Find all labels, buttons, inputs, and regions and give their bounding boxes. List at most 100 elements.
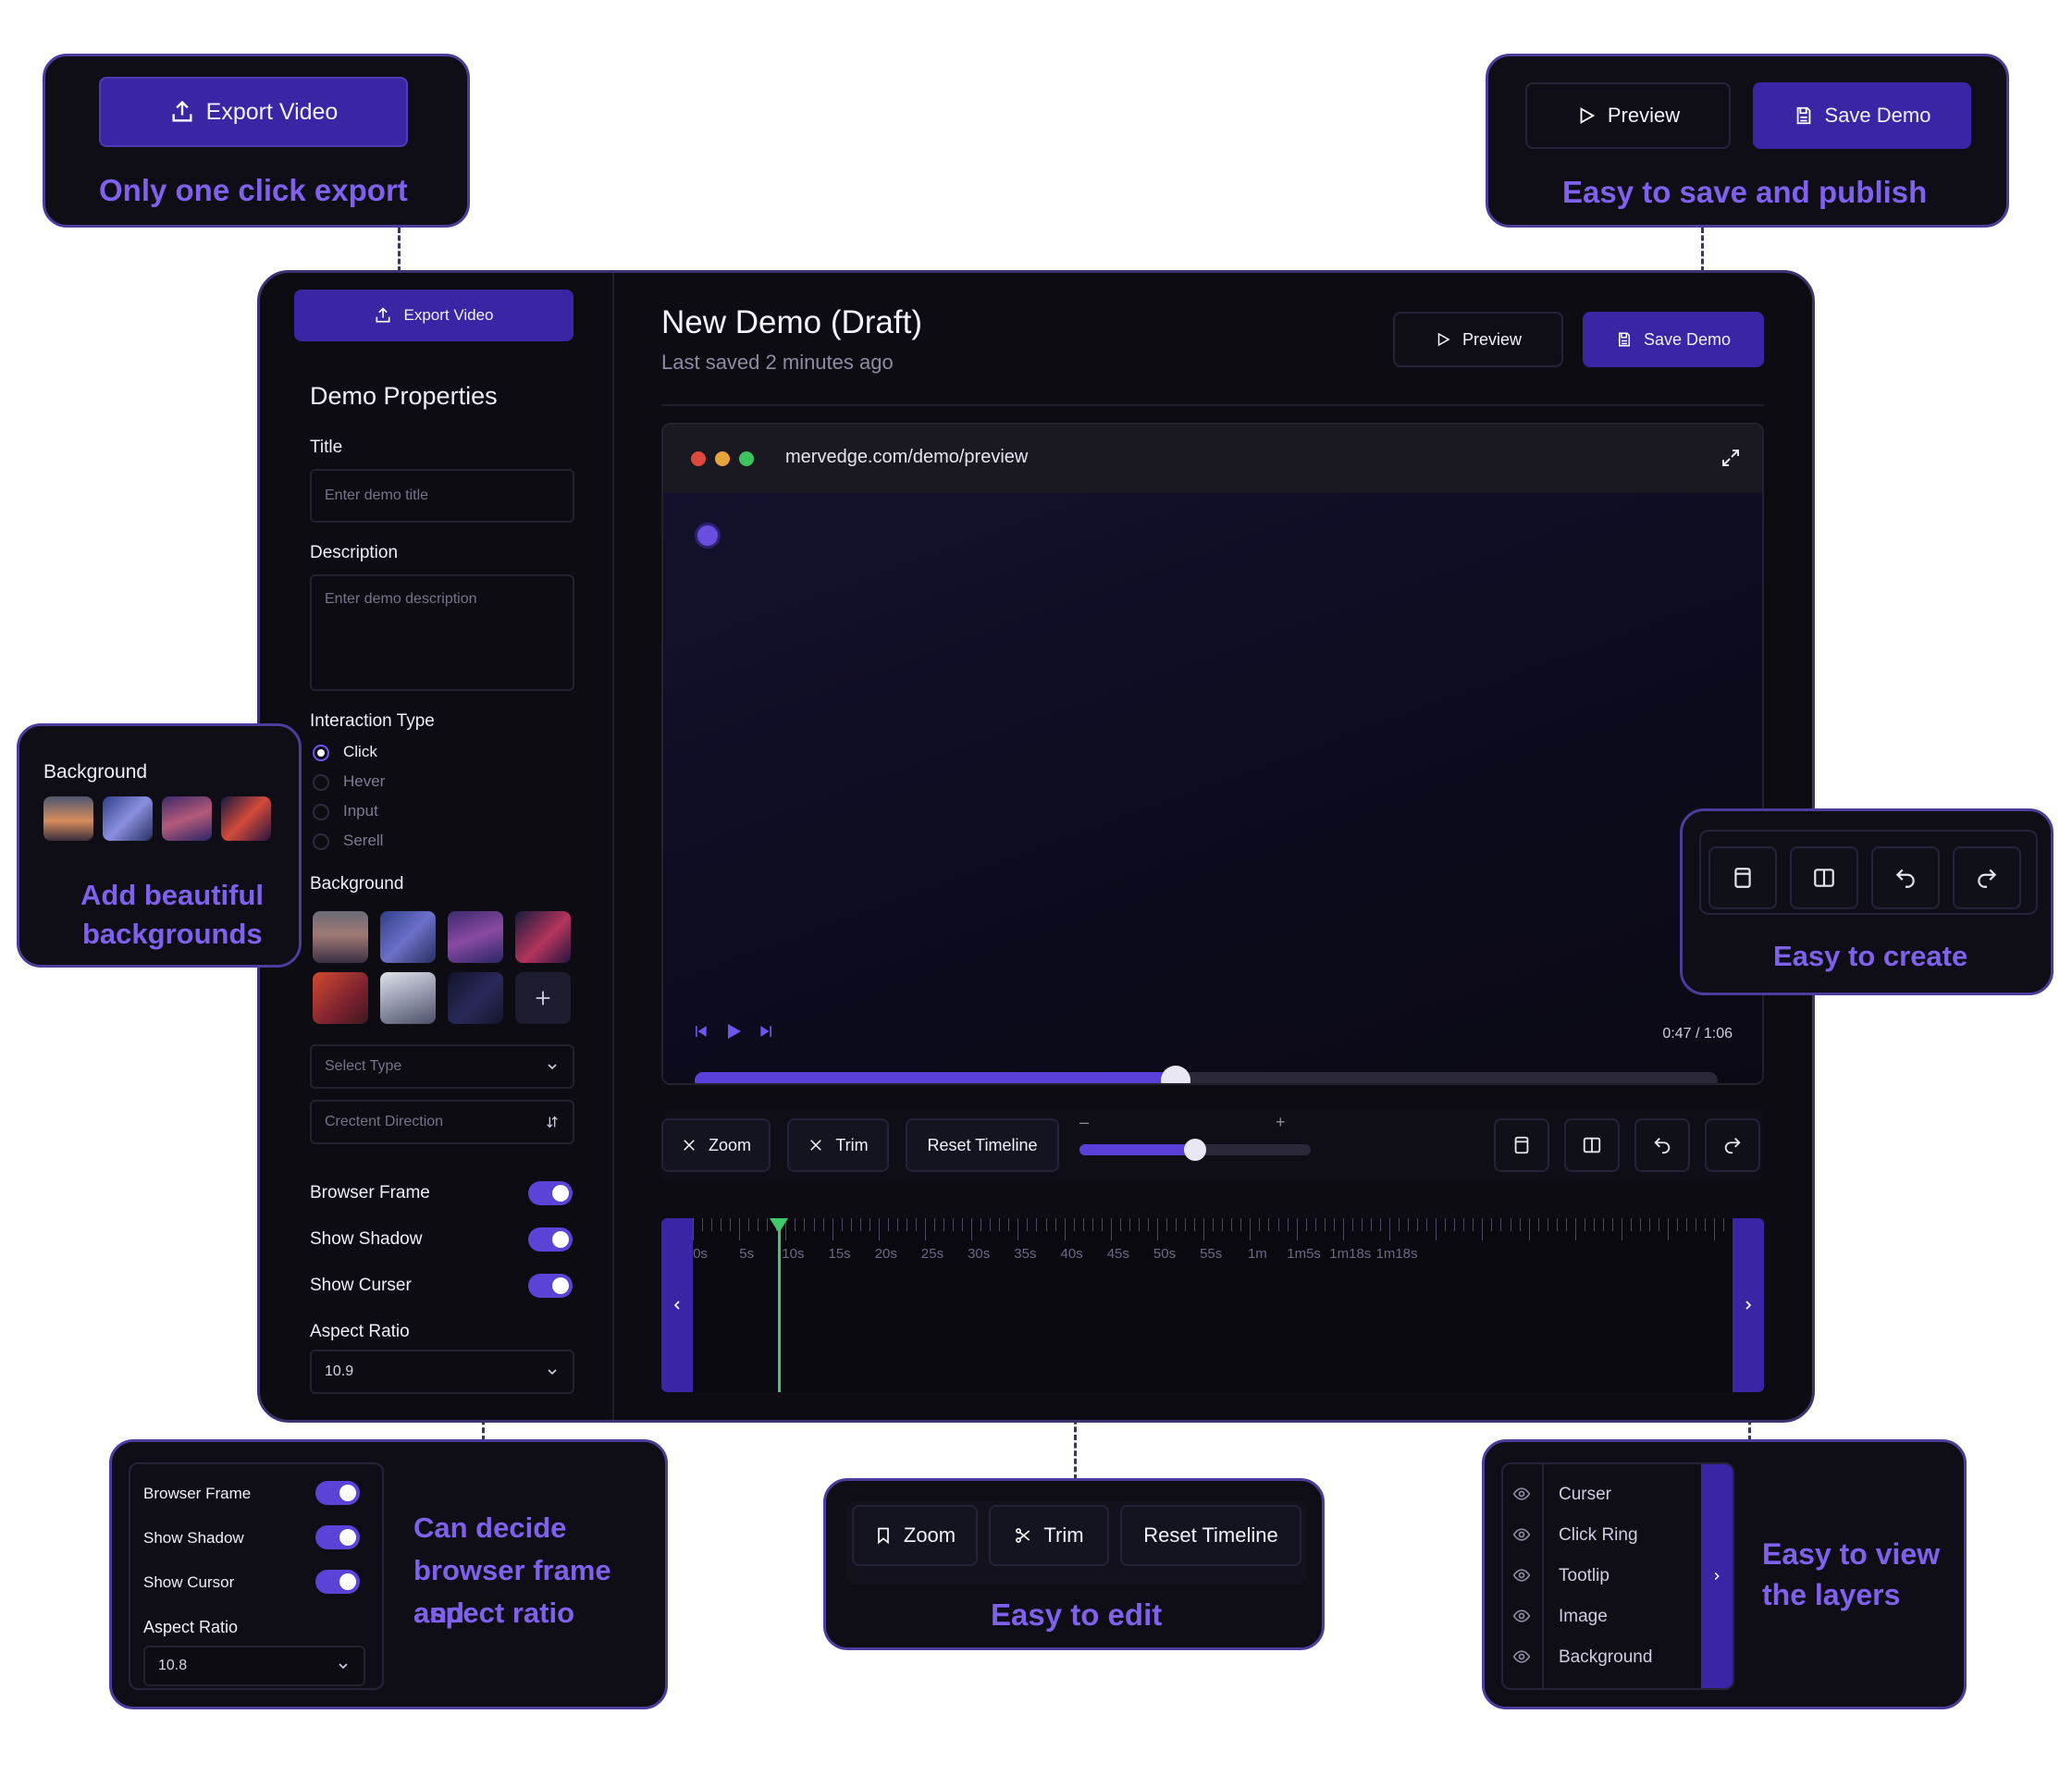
callout-layers: Easy to view the layers Curser Click Ring… [1482, 1439, 1967, 1709]
toggle-browser-frame[interactable] [528, 1181, 573, 1205]
callout-trim-label: Trim [1043, 1523, 1084, 1547]
toggle-show-cursor[interactable] [528, 1274, 573, 1298]
bg-thumb-2[interactable] [380, 911, 436, 963]
layer-item[interactable]: Click Ring [1559, 1525, 1638, 1546]
eye-icon[interactable] [1512, 1525, 1531, 1544]
bg-thumb-3[interactable] [448, 911, 503, 963]
callout-trim-button[interactable]: Trim [989, 1505, 1109, 1566]
toggle-show-shadow[interactable] [528, 1227, 573, 1252]
callout-toggle-show-cursor[interactable] [315, 1570, 360, 1594]
reset-timeline-button[interactable]: Reset Timeline [906, 1118, 1059, 1172]
eye-icon[interactable] [1512, 1647, 1531, 1666]
radio-scroll[interactable] [313, 833, 329, 850]
callout-bg-thumb-4[interactable] [221, 796, 271, 841]
layers-collapse-handle[interactable] [1701, 1464, 1733, 1688]
skip-forward-icon[interactable] [758, 1022, 776, 1041]
add-background-button[interactable] [515, 972, 571, 1024]
skip-back-icon[interactable] [691, 1022, 709, 1041]
play-button-icon[interactable] [722, 1020, 745, 1042]
callout-toggle-show-shadow[interactable] [315, 1525, 360, 1549]
bg-thumb-7[interactable] [448, 972, 503, 1024]
window-close-dot[interactable] [691, 451, 706, 466]
bg-thumb-4[interactable] [515, 911, 571, 963]
bg-thumb-5[interactable] [313, 972, 368, 1024]
timeline-tick [887, 1218, 889, 1231]
radio-input[interactable] [313, 804, 329, 820]
timeline-playhead[interactable] [770, 1218, 788, 1392]
title-input[interactable]: Enter demo title [310, 469, 574, 523]
aspect-ratio-dropdown[interactable]: 10.9 [310, 1350, 574, 1394]
bg-thumb-1[interactable] [313, 911, 368, 963]
layout-button[interactable] [1494, 1118, 1549, 1172]
eye-icon[interactable] [1512, 1566, 1531, 1585]
timeline-tick [1073, 1218, 1075, 1231]
expand-icon[interactable] [1720, 447, 1742, 469]
timeline-tick [1305, 1218, 1307, 1231]
callout-bg-thumb-2[interactable] [103, 796, 153, 841]
undo-button[interactable] [1634, 1118, 1690, 1172]
callout-layout-button[interactable] [1708, 846, 1777, 909]
timeline-ruler[interactable]: 0s 5s 10s 15s 20s 25s 30s 35s 40s 45s 50s 55s 1m 1m5s… [693, 1218, 1733, 1392]
gradient-direction-field[interactable]: Crectent Direction [310, 1100, 574, 1144]
callout-preview-button[interactable]: Preview [1525, 82, 1731, 149]
playhead-handle[interactable] [770, 1218, 788, 1233]
timeline-tick [1082, 1218, 1084, 1231]
layer-item[interactable]: Curser [1559, 1485, 1611, 1505]
zoom-slider-knob[interactable] [1184, 1139, 1206, 1161]
timeline-tick [1259, 1218, 1261, 1231]
redo-button[interactable] [1705, 1118, 1760, 1172]
callout-toggle-browser-frame[interactable] [315, 1481, 360, 1505]
preview-url: mervedge.com/demo/preview [785, 447, 1029, 467]
eye-icon[interactable] [1512, 1485, 1531, 1503]
timeline-tick [767, 1218, 769, 1231]
eye-icon[interactable] [1512, 1607, 1531, 1625]
callout-undo-button[interactable] [1871, 846, 1940, 909]
timeline-tick [1686, 1218, 1688, 1231]
timeline-tick [980, 1218, 982, 1231]
zoom-plus[interactable]: + [1276, 1113, 1286, 1132]
timeline-tick [1677, 1218, 1679, 1231]
trim-button[interactable]: Trim [787, 1118, 889, 1172]
timeline-tick [906, 1218, 907, 1231]
select-type-value: Select Type [325, 1058, 402, 1074]
bg-thumb-6[interactable] [380, 972, 436, 1024]
radio-hover[interactable] [313, 774, 329, 791]
timeline-tick [1593, 1218, 1595, 1231]
zoom-button[interactable]: Zoom [661, 1118, 771, 1172]
callout-bg-thumb-3[interactable] [162, 796, 212, 841]
window-minimize-dot[interactable] [715, 451, 730, 466]
callout-save-button[interactable]: Save Demo [1753, 82, 1971, 149]
save-demo-button[interactable]: Save Demo [1583, 312, 1764, 367]
select-type-dropdown[interactable]: Select Type [310, 1044, 574, 1089]
layer-item[interactable]: Tootlip [1559, 1566, 1610, 1586]
window-maximize-dot[interactable] [739, 451, 754, 466]
callout-zoom-button[interactable]: Zoom [852, 1505, 978, 1566]
radio-click[interactable] [313, 745, 329, 761]
layer-item[interactable]: Image [1559, 1607, 1608, 1627]
timeline-scroll-right[interactable] [1733, 1218, 1764, 1392]
callout-export-button[interactable]: Export Video [99, 77, 408, 147]
timeline-tick [1565, 1218, 1567, 1231]
callout-bg-thumb-1[interactable] [43, 796, 93, 841]
description-label: Description [310, 543, 399, 562]
timeline-tick [1351, 1218, 1353, 1231]
layer-item[interactable]: Background [1559, 1647, 1652, 1668]
undo-icon [1893, 866, 1918, 890]
description-textarea[interactable]: Enter demo description [310, 574, 574, 691]
callout-export-label: Export Video [205, 98, 339, 125]
callout-redo-button[interactable] [1953, 846, 2021, 909]
timeline-scroll-left[interactable] [661, 1218, 693, 1392]
callout-reset-timeline-button[interactable]: Reset Timeline [1120, 1505, 1301, 1566]
connector-export [398, 228, 401, 272]
seek-knob[interactable] [1160, 1066, 1190, 1083]
zoom-minus[interactable]: – [1079, 1113, 1089, 1132]
zoom-slider-track[interactable] [1079, 1139, 1311, 1161]
preview-button[interactable]: Preview [1393, 312, 1563, 367]
timeline-tick [1147, 1218, 1149, 1231]
split-button[interactable] [1564, 1118, 1620, 1172]
callout-aspect-ratio-dropdown[interactable]: 10.8 [143, 1646, 365, 1686]
export-video-button[interactable]: Export Video [294, 290, 574, 341]
timeline-tick [702, 1218, 704, 1231]
callout-split-button[interactable] [1790, 846, 1858, 909]
seek-track[interactable] [695, 1066, 1718, 1083]
